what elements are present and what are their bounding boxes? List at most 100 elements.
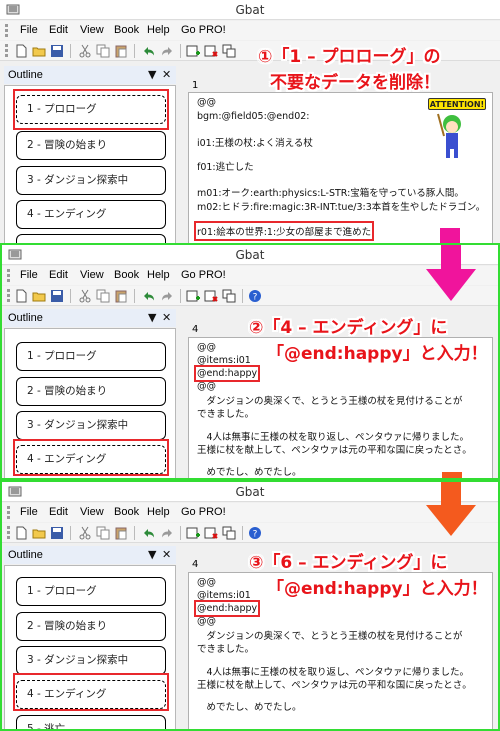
save-icon[interactable] (50, 526, 64, 540)
close-icon[interactable]: ✕ (162, 311, 171, 324)
save-icon[interactable] (50, 44, 64, 58)
duplicate-page-icon[interactable] (222, 526, 236, 540)
highlight-selected-item (13, 89, 169, 130)
menu-book[interactable]: Book (114, 269, 139, 281)
paste-icon[interactable] (114, 289, 128, 303)
editor-line: できました。 (197, 644, 255, 655)
title-bar: Gbat (0, 0, 500, 20)
outline-item-ending[interactable]: 4 - エンディング (16, 200, 166, 229)
redo-icon[interactable] (160, 44, 174, 58)
add-page-icon[interactable] (186, 526, 200, 540)
help-icon[interactable]: ? (248, 289, 262, 303)
redo-icon[interactable] (160, 526, 174, 540)
arrow-down-magenta-top (440, 228, 460, 243)
menu-view[interactable]: View (80, 24, 104, 36)
new-icon[interactable] (14, 526, 28, 540)
open-icon[interactable] (32, 44, 46, 58)
copy-icon[interactable] (96, 289, 110, 303)
menu-edit[interactable]: Edit (49, 506, 68, 518)
undo-icon[interactable] (142, 526, 156, 540)
cut-icon[interactable] (78, 44, 92, 58)
callout-step3-line1: ③「6 – エンディング」に (249, 553, 448, 573)
undo-icon[interactable] (142, 44, 156, 58)
paste-icon[interactable] (114, 44, 128, 58)
menu-bar: File Edit View Book Help Go PRO! (0, 21, 500, 40)
menu-view[interactable]: View (80, 506, 104, 518)
page-number: 4 (192, 559, 199, 570)
save-icon[interactable] (50, 289, 64, 303)
arrow-down-magenta (426, 245, 476, 301)
new-icon[interactable] (14, 289, 28, 303)
outline-item-prologue[interactable]: 1 - プロローグ (16, 577, 166, 606)
menu-help[interactable]: Help (147, 506, 170, 518)
menu-go-pro[interactable]: Go PRO! (181, 269, 226, 281)
editor-line: @@ (197, 97, 216, 108)
svg-text:?: ? (253, 293, 258, 303)
close-icon[interactable]: ✕ (162, 548, 171, 561)
outline-item-dungeon[interactable]: 3 - ダンジョン探索中 (16, 411, 166, 440)
toolbar-separator (242, 526, 243, 540)
delete-page-icon[interactable] (204, 289, 218, 303)
outline-item-escape[interactable]: 5 - 逃亡 (16, 715, 166, 729)
close-icon[interactable]: ✕ (162, 68, 171, 81)
open-icon[interactable] (32, 289, 46, 303)
highlight-selected-item (13, 439, 169, 476)
toolbar-separator (242, 289, 243, 303)
menu-view[interactable]: View (80, 269, 104, 281)
redo-icon[interactable] (160, 289, 174, 303)
outline-item-adventure-start[interactable]: 2 - 冒険の始まり (16, 612, 166, 641)
pin-dropdown-icon[interactable]: ▼ (148, 68, 156, 81)
outline-item-dungeon[interactable]: 3 - ダンジョン探索中 (16, 166, 166, 195)
pin-dropdown-icon[interactable]: ▼ (148, 548, 156, 561)
menu-help[interactable]: Help (147, 269, 170, 281)
duplicate-page-icon[interactable] (222, 44, 236, 58)
outline-item-partial[interactable] (16, 234, 166, 243)
callout-step2-line1: ②「4 – エンディング」に (249, 318, 448, 338)
menu-go-pro[interactable]: Go PRO! (181, 24, 226, 36)
page-number: 4 (192, 324, 199, 335)
editor-line: @items:i01 (197, 590, 251, 601)
outline-item-prologue[interactable]: 1 - プロローグ (16, 342, 166, 371)
add-page-icon[interactable] (186, 289, 200, 303)
outline-item-adventure-start[interactable]: 2 - 冒険の始まり (16, 377, 166, 406)
editor-line-highlighted: @end:happy (193, 600, 261, 617)
cut-icon[interactable] (78, 526, 92, 540)
delete-page-icon[interactable] (204, 44, 218, 58)
undo-icon[interactable] (142, 289, 156, 303)
character-sprite (437, 113, 461, 158)
callout-step3-line2: 「@end:happy」と入力！ (267, 579, 488, 599)
cut-icon[interactable] (78, 289, 92, 303)
pin-dropdown-icon[interactable]: ▼ (148, 311, 156, 324)
toolbar-separator (134, 289, 135, 303)
highlight-selected-item (13, 673, 169, 711)
menu-edit[interactable]: Edit (49, 24, 68, 36)
menu-file[interactable]: File (20, 506, 38, 518)
toolbar-grip (7, 526, 10, 539)
editor-line: bgm:@field05:@end02: (197, 111, 310, 122)
menu-book[interactable]: Book (114, 24, 139, 36)
add-page-icon[interactable] (186, 44, 200, 58)
menu-grip (7, 269, 10, 282)
menu-book[interactable]: Book (114, 506, 139, 518)
copy-icon[interactable] (96, 44, 110, 58)
new-icon[interactable] (14, 44, 28, 58)
paste-icon[interactable] (114, 526, 128, 540)
menu-file[interactable]: File (20, 24, 38, 36)
open-icon[interactable] (32, 526, 46, 540)
toolbar-grip (7, 289, 10, 302)
outline-title: Outline (8, 549, 43, 561)
menu-file[interactable]: File (20, 269, 38, 281)
copy-icon[interactable] (96, 526, 110, 540)
editor-line: めでたし、めでたし。 (197, 467, 302, 478)
outline-item-adventure-start[interactable]: 2 - 冒険の始まり (16, 131, 166, 160)
editor-line: めでたし、めでたし。 (197, 702, 302, 713)
editor-line: @items:i01 (197, 355, 251, 366)
editor-line: @@ (197, 577, 216, 588)
outline-item-dungeon[interactable]: 3 - ダンジョン探索中 (16, 646, 166, 675)
help-icon[interactable]: ? (248, 526, 262, 540)
menu-edit[interactable]: Edit (49, 269, 68, 281)
menu-help[interactable]: Help (147, 24, 170, 36)
delete-page-icon[interactable] (204, 526, 218, 540)
menu-go-pro[interactable]: Go PRO! (181, 506, 226, 518)
duplicate-page-icon[interactable] (222, 289, 236, 303)
